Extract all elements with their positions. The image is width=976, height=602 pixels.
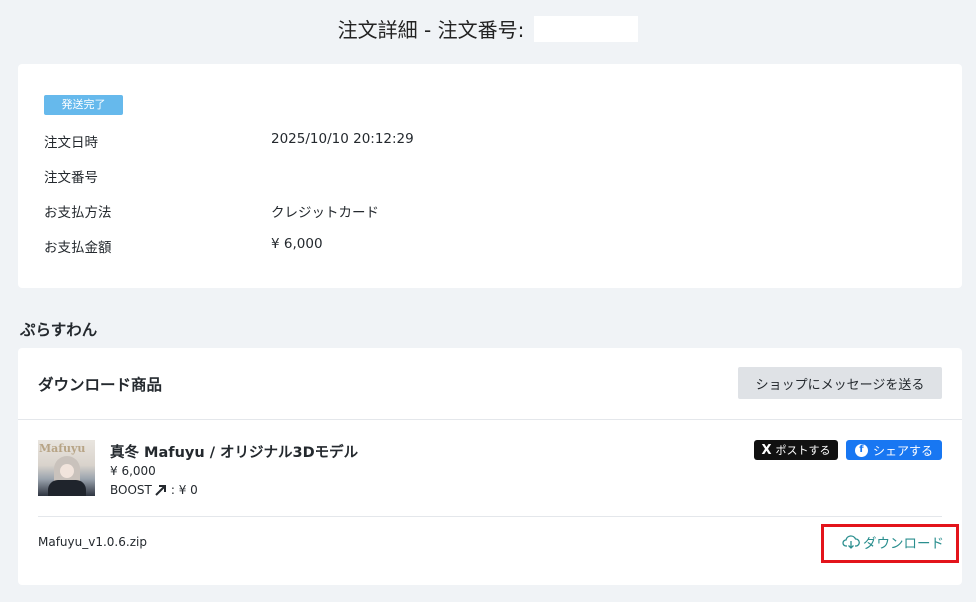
boost-arrow-icon (155, 485, 166, 496)
facebook-logo-icon: f (854, 443, 868, 457)
section-title: ダウンロード商品 (38, 376, 163, 394)
payment-method-label: お支払方法 (44, 205, 112, 221)
divider (38, 516, 942, 517)
share-facebook-label: シェアする (872, 443, 933, 458)
page-title: 注文詳細 - 注文番号: (0, 14, 976, 43)
thumbnail-face (60, 464, 74, 478)
order-date-label: 注文日時 (44, 135, 98, 151)
share-facebook-button[interactable]: f シェアする (846, 440, 942, 460)
divider (18, 419, 962, 420)
status-badge: 発送完了 (44, 95, 123, 115)
order-summary-card: 発送完了 注文日時 2025/10/10 20:12:29 注文番号 お支払方法… (18, 64, 962, 288)
file-name: Mafuyu_v1.0.6.zip (38, 535, 147, 549)
share-x-label: ポストする (775, 444, 831, 457)
order-date-value: 2025/10/10 20:12:29 (271, 131, 414, 147)
download-products-card: ダウンロード商品 ショップにメッセージを送る Mafuyu 真冬 Mafuyu … (18, 348, 962, 585)
product-thumbnail[interactable]: Mafuyu (38, 440, 95, 496)
payment-amount-value: ¥ 6,000 (271, 236, 323, 252)
shop-name[interactable]: ぷらすわん (20, 318, 97, 340)
x-logo-icon: X (761, 442, 772, 458)
share-x-button[interactable]: X ポストする (754, 440, 838, 460)
message-shop-button[interactable]: ショップにメッセージを送る (738, 367, 942, 399)
page-title-text: 注文詳細 - 注文番号: (337, 18, 525, 42)
order-number-label: 注文番号 (44, 170, 98, 186)
payment-method-value: クレジットカード (271, 205, 379, 221)
order-number-redacted (534, 15, 639, 42)
product-price: ¥ 6,000 (110, 464, 156, 478)
boost-info: BOOST : ¥ 0 (110, 483, 198, 497)
download-label: ダウンロード (863, 536, 944, 552)
product-title[interactable]: 真冬 Mafuyu / オリジナル3Dモデル (110, 441, 358, 462)
payment-amount-label: お支払金額 (44, 240, 112, 256)
boost-value: : ¥ 0 (170, 483, 198, 497)
thumbnail-body (48, 480, 86, 496)
thumbnail-logo: Mafuyu (39, 442, 86, 455)
cloud-download-icon (842, 535, 860, 549)
download-button[interactable]: ダウンロード (842, 532, 944, 552)
boost-label: BOOST (110, 483, 152, 497)
